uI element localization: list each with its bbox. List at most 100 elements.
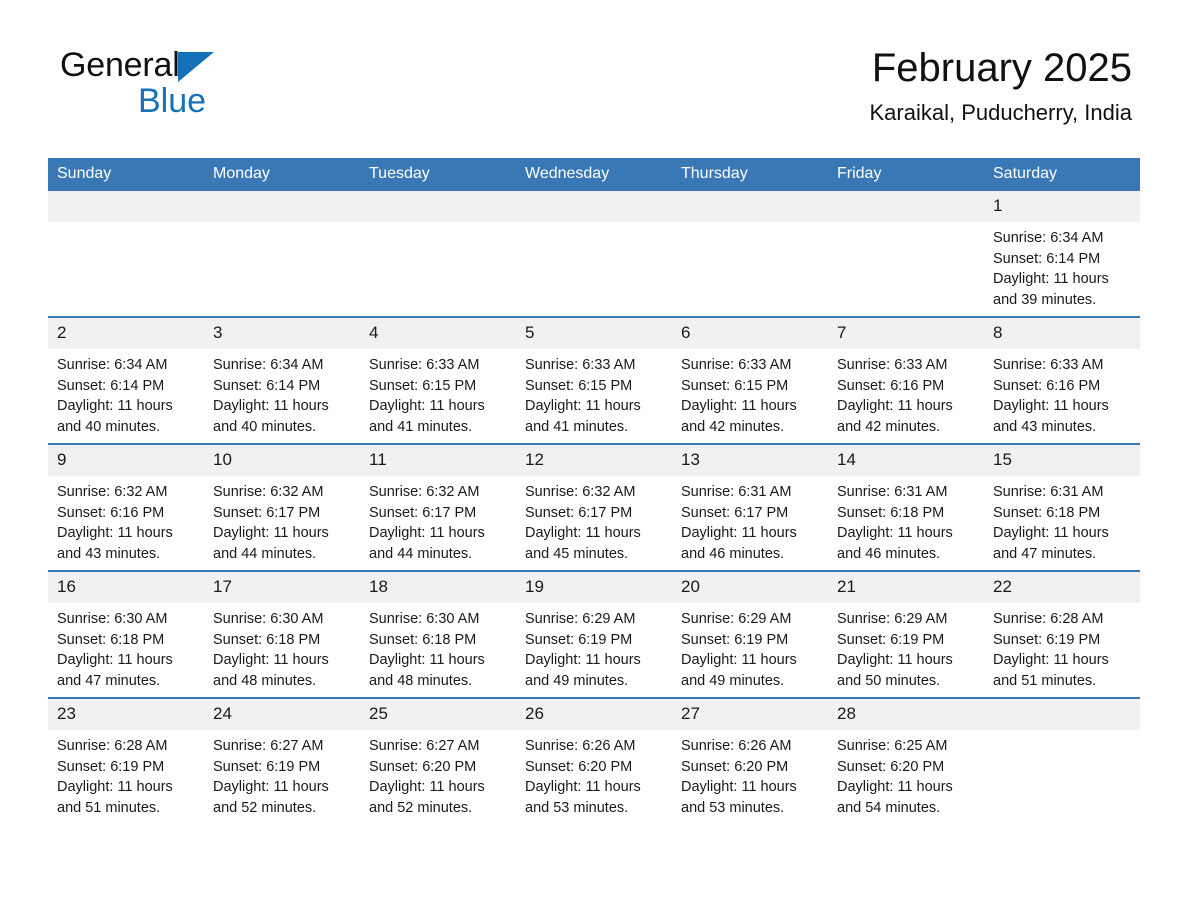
- sunrise-text: Sunrise: 6:30 AM: [57, 611, 168, 627]
- sunset-text: Sunset: 6:19 PM: [525, 631, 633, 648]
- sunset-text: Sunset: 6:18 PM: [993, 504, 1101, 521]
- sunset-text: Sunset: 6:15 PM: [369, 377, 477, 394]
- day-number: 22: [984, 572, 1140, 603]
- sunrise-text: Sunrise: 6:28 AM: [993, 611, 1104, 627]
- sunrise-text: Sunrise: 6:33 AM: [681, 357, 792, 373]
- day-details: Sunrise: 6:34 AM Sunset: 6:14 PM Daylight:…: [204, 349, 360, 437]
- calendar-day-cell[interactable]: 10 Sunrise: 6:32 AM Sunset: 6:17 PM Dayligh…: [204, 443, 360, 571]
- calendar-day-cell[interactable]: 23 Sunrise: 6:28 AM Sunset: 6:19 PM Dayligh…: [48, 697, 204, 824]
- day-details: Sunrise: 6:29 AM Sunset: 6:19 PM Daylight:…: [672, 603, 828, 691]
- sunrise-text: Sunrise: 6:31 AM: [681, 484, 792, 500]
- calendar-day-cell[interactable]: 6 Sunrise: 6:33 AM Sunset: 6:15 PM Daylight…: [672, 316, 828, 444]
- day-number: 14: [828, 445, 984, 476]
- day-number: 7: [828, 318, 984, 349]
- sunrise-text: Sunrise: 6:29 AM: [837, 611, 948, 627]
- calendar-day-cell[interactable]: 28 Sunrise: 6:25 AM Sunset: 6:20 PM Dayligh…: [828, 697, 984, 824]
- day-details: Sunrise: 6:31 AM Sunset: 6:18 PM Daylight:…: [828, 476, 984, 564]
- day-number: 19: [516, 572, 672, 603]
- generalblue-logo[interactable]: General Blue: [60, 48, 320, 124]
- day-number: 3: [204, 318, 360, 349]
- calendar-day-cell[interactable]: 24 Sunrise: 6:27 AM Sunset: 6:19 PM Dayligh…: [204, 697, 360, 824]
- calendar-day-cell[interactable]: 4 Sunrise: 6:33 AM Sunset: 6:15 PM Daylight…: [360, 316, 516, 444]
- sunrise-text: Sunrise: 6:33 AM: [837, 357, 948, 373]
- calendar-day-cell-empty: [516, 191, 672, 317]
- sunset-text: Sunset: 6:19 PM: [213, 758, 321, 775]
- sunrise-text: Sunrise: 6:30 AM: [213, 611, 324, 627]
- calendar-day-cell[interactable]: 9 Sunrise: 6:32 AM Sunset: 6:16 PM Daylight…: [48, 443, 204, 571]
- calendar-day-cell[interactable]: 8 Sunrise: 6:33 AM Sunset: 6:16 PM Daylight…: [984, 316, 1140, 444]
- sunrise-text: Sunrise: 6:34 AM: [57, 357, 168, 373]
- daylight-text: Daylight: 11 hours and 50 minutes.: [837, 652, 953, 689]
- sunrise-text: Sunrise: 6:25 AM: [837, 738, 948, 754]
- sunrise-text: Sunrise: 6:31 AM: [993, 484, 1104, 500]
- calendar-day-cell[interactable]: 26 Sunrise: 6:26 AM Sunset: 6:20 PM Dayligh…: [516, 697, 672, 824]
- sunrise-text: Sunrise: 6:27 AM: [213, 738, 324, 754]
- calendar-day-cell[interactable]: 27 Sunrise: 6:26 AM Sunset: 6:20 PM Dayligh…: [672, 697, 828, 824]
- calendar-day-cell[interactable]: 20 Sunrise: 6:29 AM Sunset: 6:19 PM Dayligh…: [672, 570, 828, 698]
- sunrise-text: Sunrise: 6:29 AM: [681, 611, 792, 627]
- sunrise-text: Sunrise: 6:32 AM: [57, 484, 168, 500]
- calendar-page: General Blue February 2025 Karaikal, Pud…: [0, 0, 1188, 918]
- sunrise-text: Sunrise: 6:30 AM: [369, 611, 480, 627]
- sunset-text: Sunset: 6:18 PM: [837, 504, 945, 521]
- calendar-table: Sunday Monday Tuesday Wednesday Thursday…: [48, 158, 1140, 824]
- weekday-header-monday: Monday: [204, 158, 360, 191]
- sunrise-text: Sunrise: 6:27 AM: [369, 738, 480, 754]
- daylight-text: Daylight: 11 hours and 44 minutes.: [213, 525, 329, 562]
- sunrise-text: Sunrise: 6:33 AM: [369, 357, 480, 373]
- sunrise-text: Sunrise: 6:33 AM: [993, 357, 1104, 373]
- sunset-text: Sunset: 6:19 PM: [681, 631, 789, 648]
- sunrise-text: Sunrise: 6:31 AM: [837, 484, 948, 500]
- daylight-text: Daylight: 11 hours and 53 minutes.: [525, 779, 641, 816]
- calendar-day-cell[interactable]: 7 Sunrise: 6:33 AM Sunset: 6:16 PM Daylight…: [828, 316, 984, 444]
- calendar-day-cell[interactable]: 5 Sunrise: 6:33 AM Sunset: 6:15 PM Daylight…: [516, 316, 672, 444]
- calendar-day-cell[interactable]: 14 Sunrise: 6:31 AM Sunset: 6:18 PM Dayligh…: [828, 443, 984, 571]
- calendar-day-cell[interactable]: 2 Sunrise: 6:34 AM Sunset: 6:14 PM Daylight…: [48, 316, 204, 444]
- daylight-text: Daylight: 11 hours and 45 minutes.: [525, 525, 641, 562]
- day-details: Sunrise: 6:32 AM Sunset: 6:17 PM Daylight:…: [516, 476, 672, 564]
- calendar-day-cell[interactable]: 17 Sunrise: 6:30 AM Sunset: 6:18 PM Dayligh…: [204, 570, 360, 698]
- calendar-day-cell[interactable]: 11 Sunrise: 6:32 AM Sunset: 6:17 PM Dayligh…: [360, 443, 516, 571]
- sunset-text: Sunset: 6:20 PM: [837, 758, 945, 775]
- calendar-day-cell[interactable]: 25 Sunrise: 6:27 AM Sunset: 6:20 PM Dayligh…: [360, 697, 516, 824]
- calendar-day-cell-empty: [360, 191, 516, 317]
- calendar-day-cell[interactable]: 19 Sunrise: 6:29 AM Sunset: 6:19 PM Dayligh…: [516, 570, 672, 698]
- day-number: [828, 191, 984, 222]
- day-details: Sunrise: 6:34 AM Sunset: 6:14 PM Daylight:…: [984, 222, 1140, 310]
- sunset-text: Sunset: 6:15 PM: [681, 377, 789, 394]
- sunrise-text: Sunrise: 6:29 AM: [525, 611, 636, 627]
- day-number: 21: [828, 572, 984, 603]
- calendar-day-cell[interactable]: 22 Sunrise: 6:28 AM Sunset: 6:19 PM Dayligh…: [984, 570, 1140, 698]
- sunrise-text: Sunrise: 6:34 AM: [213, 357, 324, 373]
- calendar-day-cell[interactable]: 3 Sunrise: 6:34 AM Sunset: 6:14 PM Daylight…: [204, 316, 360, 444]
- calendar-day-cell[interactable]: 18 Sunrise: 6:30 AM Sunset: 6:18 PM Dayligh…: [360, 570, 516, 698]
- calendar-day-cell[interactable]: 1 Sunrise: 6:34 AM Sunset: 6:14 PM Daylight…: [984, 191, 1140, 317]
- day-number: 10: [204, 445, 360, 476]
- sunset-text: Sunset: 6:20 PM: [525, 758, 633, 775]
- calendar-day-cell[interactable]: 21 Sunrise: 6:29 AM Sunset: 6:19 PM Dayligh…: [828, 570, 984, 698]
- daylight-text: Daylight: 11 hours and 43 minutes.: [57, 525, 173, 562]
- day-details: Sunrise: 6:31 AM Sunset: 6:18 PM Daylight:…: [984, 476, 1140, 564]
- day-number: [48, 191, 204, 222]
- day-number: 24: [204, 699, 360, 730]
- logo-text-general: General: [60, 46, 180, 84]
- day-details: Sunrise: 6:28 AM Sunset: 6:19 PM Daylight:…: [48, 730, 204, 818]
- day-details: Sunrise: 6:27 AM Sunset: 6:19 PM Daylight:…: [204, 730, 360, 818]
- page-title: February 2025: [871, 46, 1132, 90]
- daylight-text: Daylight: 11 hours and 46 minutes.: [681, 525, 797, 562]
- daylight-text: Daylight: 11 hours and 47 minutes.: [993, 525, 1109, 562]
- day-details: Sunrise: 6:33 AM Sunset: 6:15 PM Daylight:…: [516, 349, 672, 437]
- day-number: 2: [48, 318, 204, 349]
- weekday-header-thursday: Thursday: [672, 158, 828, 191]
- day-details: Sunrise: 6:33 AM Sunset: 6:15 PM Daylight:…: [672, 349, 828, 437]
- day-number: 17: [204, 572, 360, 603]
- calendar-day-cell-empty: [828, 191, 984, 317]
- calendar-day-cell[interactable]: 13 Sunrise: 6:31 AM Sunset: 6:17 PM Dayligh…: [672, 443, 828, 571]
- calendar-day-cell[interactable]: 15 Sunrise: 6:31 AM Sunset: 6:18 PM Dayligh…: [984, 443, 1140, 571]
- weekday-header-sunday: Sunday: [48, 158, 204, 191]
- calendar-day-cell[interactable]: 16 Sunrise: 6:30 AM Sunset: 6:18 PM Dayligh…: [48, 570, 204, 698]
- daylight-text: Daylight: 11 hours and 49 minutes.: [681, 652, 797, 689]
- sunrise-text: Sunrise: 6:32 AM: [369, 484, 480, 500]
- calendar-day-cell[interactable]: 12 Sunrise: 6:32 AM Sunset: 6:17 PM Dayligh…: [516, 443, 672, 571]
- daylight-text: Daylight: 11 hours and 42 minutes.: [681, 398, 797, 435]
